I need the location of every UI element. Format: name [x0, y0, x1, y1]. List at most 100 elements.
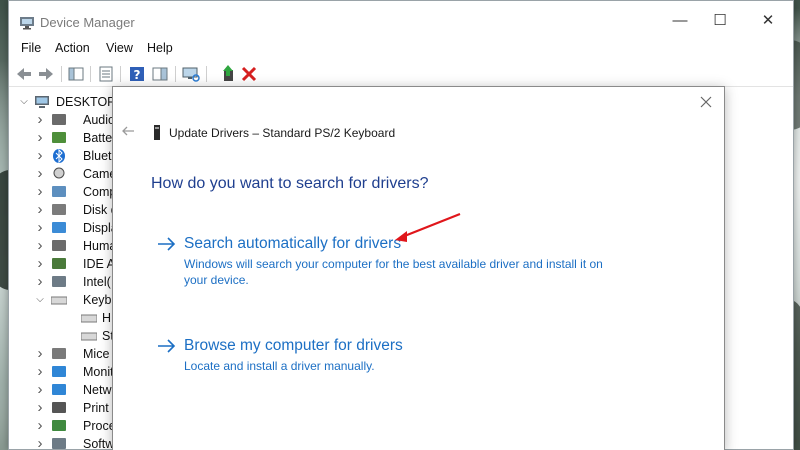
processor-icon [52, 420, 66, 431]
menu-action[interactable]: Action [55, 41, 90, 55]
computer-icon [35, 96, 49, 108]
tree-item[interactable]: › Comp [35, 183, 117, 201]
chevron-right-icon[interactable]: › [35, 381, 45, 399]
menu-view[interactable]: View [106, 41, 133, 55]
back-arrow-icon[interactable] [120, 123, 136, 139]
chevron-right-icon[interactable]: › [35, 435, 45, 450]
tree-item[interactable]: › Came [35, 165, 117, 183]
intel-device-icon [52, 276, 66, 287]
red-annotation-arrow [395, 212, 461, 242]
chevron-right-icon[interactable]: › [35, 129, 45, 147]
tree-item[interactable]: › IDE AT [35, 255, 122, 273]
camera-icon [53, 167, 65, 179]
device-manager-app-icon [20, 17, 34, 30]
forward-icon[interactable] [36, 64, 56, 84]
close-button[interactable]: ✕ [750, 7, 786, 35]
monitor-icon [52, 366, 66, 377]
human-interface-icon [52, 240, 66, 251]
tree-item-label: Print [83, 401, 109, 415]
tree-item[interactable]: › Monit [35, 363, 114, 381]
computer-icon [52, 186, 66, 197]
close-icon[interactable] [698, 94, 714, 110]
arrow-right-icon [158, 237, 176, 251]
chevron-right-icon[interactable]: › [35, 111, 45, 129]
chevron-right-icon[interactable]: › [35, 273, 45, 291]
tree-item[interactable]: › Netw [35, 381, 112, 399]
chevron-right-icon[interactable]: › [35, 201, 45, 219]
tree-item[interactable]: › Huma [35, 237, 117, 255]
tree-item-label: Audio [83, 113, 115, 127]
chevron-right-icon[interactable]: › [35, 363, 45, 381]
software-device-icon [52, 438, 66, 449]
minimize-button[interactable]: — [662, 7, 698, 35]
tree-item[interactable]: › Proce [35, 417, 116, 435]
dialog-title: Update Drivers – Standard PS/2 Keyboard [169, 126, 396, 140]
browse-computer-link[interactable]: Browse my computer for drivers [184, 337, 403, 355]
arrow-right-icon [158, 339, 176, 353]
chevron-down-icon[interactable]: ⌵ [35, 291, 45, 309]
help-icon[interactable]: ? [127, 64, 147, 84]
chevron-right-icon[interactable]: › [35, 399, 45, 417]
update-drivers-dialog: Update Drivers – Standard PS/2 Keyboard … [112, 86, 725, 450]
ide-controller-icon [52, 258, 66, 269]
keyboard-icon [51, 296, 67, 305]
toolbar-separator [206, 66, 207, 82]
menu-help[interactable]: Help [147, 41, 173, 55]
properties-icon[interactable] [96, 64, 116, 84]
tree-item[interactable]: › Blueto [35, 147, 119, 165]
tree-item[interactable]: › Softw [35, 435, 115, 450]
bluetooth-icon [53, 149, 65, 163]
update-driver-icon[interactable] [219, 64, 239, 84]
scan-hardware-changes-icon[interactable] [181, 64, 201, 84]
toolbar-separator [90, 66, 91, 82]
tree-item[interactable]: ⌵ Keybo [35, 291, 118, 309]
chevron-right-icon[interactable]: › [35, 147, 45, 165]
show-hide-console-tree-icon[interactable] [66, 64, 86, 84]
tree-item-label: Mice [83, 347, 110, 361]
tree-item-label: Monit [83, 365, 114, 379]
chevron-down-icon[interactable]: ⌵ [19, 93, 29, 111]
mouse-icon [52, 348, 66, 359]
tree-item[interactable]: › Disk d [35, 201, 118, 219]
keyboard-icon [81, 314, 97, 323]
toolbar-separator [120, 66, 121, 82]
tree-item[interactable]: › Mice [35, 345, 110, 363]
search-automatically-link[interactable]: Search automatically for drivers [184, 235, 401, 253]
tree-root[interactable]: ⌵ DESKTOP [19, 93, 115, 111]
chevron-right-icon[interactable]: › [35, 345, 45, 363]
tree-root-label: DESKTOP [56, 95, 116, 109]
print-queue-icon [52, 402, 66, 413]
tree-item-label: H [102, 311, 112, 325]
toolbar-separator [61, 66, 62, 82]
chevron-right-icon[interactable]: › [35, 219, 45, 237]
toolbar: ? [9, 62, 793, 86]
maximize-button[interactable]: ☐ [702, 7, 738, 35]
keyboard-icon [81, 332, 97, 341]
chevron-right-icon[interactable]: › [35, 255, 45, 273]
display-adapter-icon [52, 222, 66, 233]
action-pane-icon[interactable] [150, 64, 170, 84]
title-bar[interactable]: Device Manager — ☐ ✕ [9, 1, 793, 41]
tree-item[interactable]: › Print [35, 399, 110, 417]
chevron-right-icon[interactable]: › [35, 237, 45, 255]
tree-item[interactable]: › Batter [35, 129, 117, 147]
menu-file[interactable]: File [21, 41, 41, 55]
chevron-right-icon[interactable]: › [35, 165, 45, 183]
browse-computer-option[interactable]: Browse my computer for drivers Locate an… [157, 337, 597, 377]
tree-item[interactable]: › Audio [35, 111, 115, 129]
chevron-right-icon[interactable]: › [35, 183, 45, 201]
uninstall-device-icon[interactable] [239, 64, 259, 84]
keyboard-device-icon [154, 125, 160, 140]
back-icon[interactable] [14, 64, 34, 84]
window-title: Device Manager [40, 15, 135, 30]
search-automatically-description: Windows will search your computer for th… [184, 257, 603, 287]
browse-computer-description: Locate and install a driver manually. [184, 359, 375, 373]
audio-icon [52, 114, 66, 125]
tree-item[interactable]: › Intel( [35, 273, 111, 291]
network-adapter-icon [52, 384, 66, 395]
svg-text:?: ? [134, 68, 141, 82]
search-automatically-option[interactable]: Search automatically for drivers Windows… [157, 235, 603, 287]
toolbar-separator [175, 66, 176, 82]
tree-item[interactable]: › Displa [35, 219, 118, 237]
chevron-right-icon[interactable]: › [35, 417, 45, 435]
